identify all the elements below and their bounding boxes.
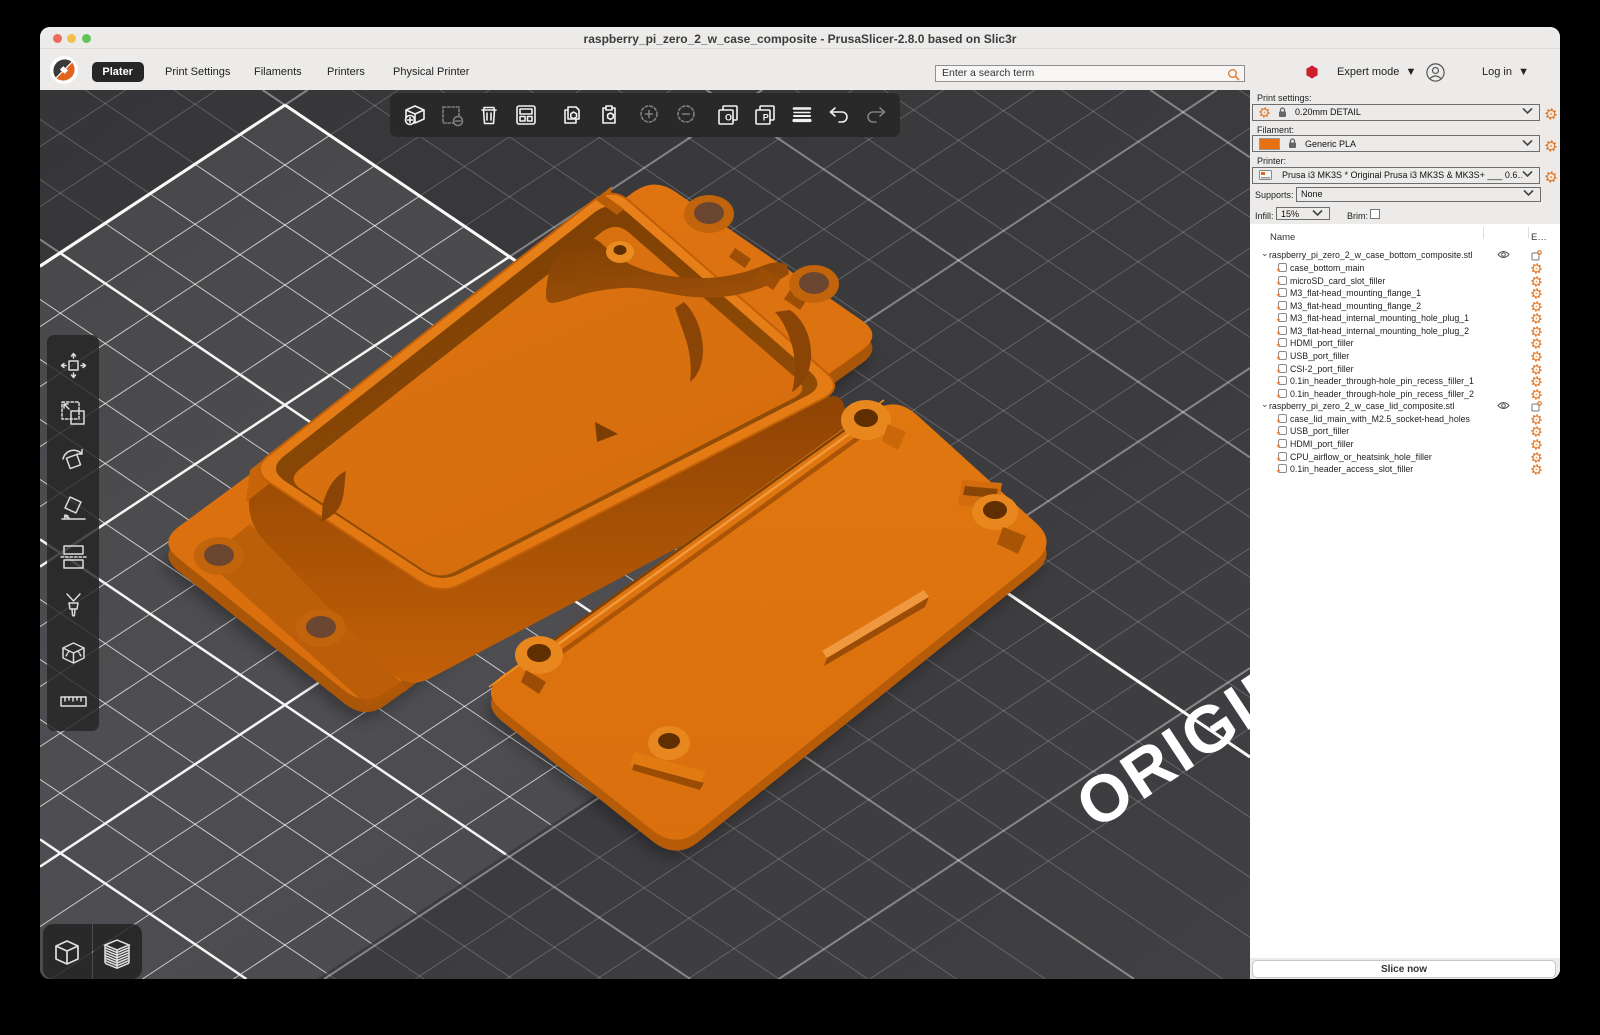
svg-text:O: O <box>725 113 732 123</box>
svg-text:P: P <box>762 113 768 123</box>
